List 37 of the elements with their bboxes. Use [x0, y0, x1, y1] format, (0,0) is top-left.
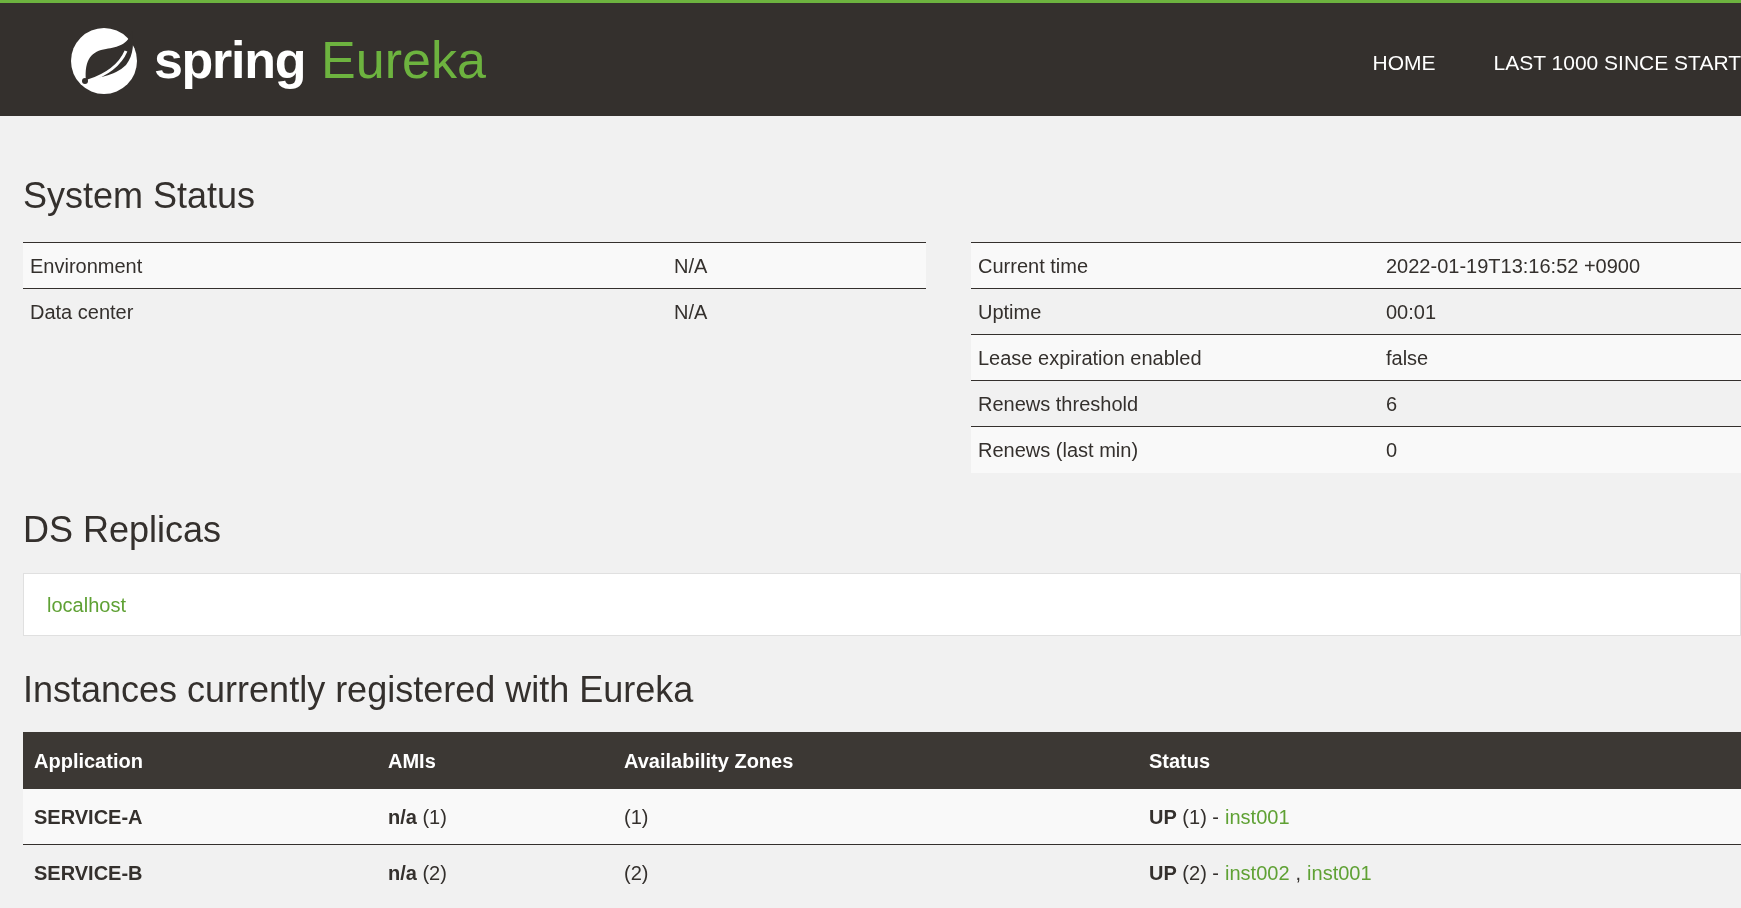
- instance-link[interactable]: inst002: [1225, 858, 1290, 888]
- nav-link[interactable]: HOME: [1372, 46, 1436, 79]
- link-separator: ,: [1295, 861, 1302, 886]
- status-label: Renews threshold: [977, 391, 1140, 417]
- section-heading: DS Replicas: [23, 512, 223, 548]
- product-name: Eureka: [321, 33, 486, 86]
- table-cell: (2): [624, 862, 649, 884]
- table-cell: (1): [624, 805, 649, 828]
- status-label: Uptime: [977, 299, 1043, 325]
- status-value: 6: [1386, 391, 1398, 417]
- status-label: Lease expiration enabled: [977, 345, 1203, 371]
- status-value: 0: [1386, 438, 1398, 463]
- status-label: Current time: [977, 253, 1090, 279]
- replica-link[interactable]: localhost: [47, 589, 126, 620]
- table-cell: n/a (1): [388, 805, 447, 828]
- status-text: UP (1) -: [1149, 804, 1219, 830]
- status-text: UP (2) -: [1149, 861, 1219, 886]
- section-heading: System Status: [23, 178, 257, 214]
- column-header: AMIs: [388, 749, 436, 772]
- column-header: Availability Zones: [624, 749, 794, 772]
- status-value: N/A: [674, 300, 708, 325]
- status-value: 00:01: [1386, 299, 1437, 325]
- table-cell-text: SERVICE-B: [33, 862, 143, 884]
- status-label: Environment: [29, 253, 144, 279]
- instance-link[interactable]: inst001: [1225, 801, 1290, 832]
- status-label: Data center: [29, 300, 135, 325]
- status-value: false: [1386, 345, 1429, 371]
- table-cell: n/a (2): [388, 862, 447, 884]
- status-value: 2022-01-19T13:16:52 +0900: [1386, 253, 1641, 279]
- instance-link[interactable]: inst001: [1307, 858, 1372, 888]
- nav-link[interactable]: LAST 1000 SINCE START: [1493, 46, 1741, 79]
- status-label: Renews (last min): [977, 438, 1140, 463]
- section-heading: Instances currently registered with Eureka: [23, 672, 695, 708]
- table-cell-text: SERVICE-A: [33, 805, 143, 828]
- column-header: Application: [33, 749, 143, 772]
- column-header: Status: [1149, 749, 1211, 772]
- status-value: N/A: [674, 253, 708, 279]
